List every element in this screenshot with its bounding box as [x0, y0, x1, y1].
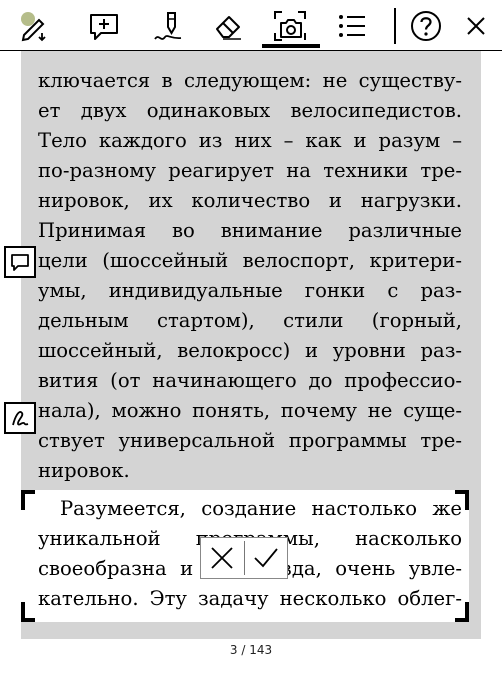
text-line: цели (шоссейный велоспорт, критери-: [38, 249, 462, 272]
help-icon[interactable]: [406, 6, 446, 46]
top-toolbar: [0, 0, 502, 51]
selection-corner-top-left[interactable]: [21, 490, 35, 510]
active-tool-indicator: [262, 44, 320, 48]
text-line: умы, индивидуальные гонки с раз-: [38, 279, 462, 302]
text-line: ствует универсальной программы тре-: [38, 429, 462, 452]
toolbar-divider: [394, 8, 396, 44]
body-text: ключается в следующем: не существу- ет д…: [38, 66, 462, 486]
annotation-tool-icon[interactable]: [14, 6, 54, 46]
text-line: нировок, их количество и нагрузки.: [38, 189, 462, 212]
note-button[interactable]: [4, 246, 36, 278]
confirm-button[interactable]: [244, 538, 287, 578]
eraser-icon[interactable]: [208, 6, 248, 46]
selected-text-line: кательно. Эту задачу несколько облег-: [38, 587, 462, 610]
note-icon: [11, 254, 29, 271]
screenshot-icon[interactable]: [270, 6, 310, 46]
text-line: ет двух одинаковых велосипедистов.: [38, 99, 462, 122]
handwriting-button[interactable]: [4, 402, 36, 434]
pen-icon[interactable]: [148, 6, 188, 46]
cancel-icon: [211, 547, 233, 569]
close-icon[interactable]: [456, 6, 496, 46]
text-line: нировок.: [38, 459, 130, 482]
text-line: шоссейный, велокросс) и уровни раз-: [38, 339, 462, 362]
text-line: нала), можно понять, почему не суще-: [38, 399, 462, 422]
list-icon[interactable]: [332, 6, 372, 46]
text-line: ключается в следующем: не существу-: [38, 69, 462, 92]
confirm-cancel-popup: [200, 537, 288, 579]
confirm-icon: [254, 548, 278, 568]
text-line: вития (от начинающего до профессио-: [38, 369, 462, 392]
add-note-icon[interactable]: [84, 6, 124, 46]
selection-corner-bottom-left[interactable]: [21, 602, 35, 622]
selected-text-line: Разумеется, создание настолько же: [60, 497, 462, 520]
handwriting-icon: [12, 411, 29, 426]
page-indicator: 3 / 143: [229, 643, 273, 657]
text-line: дельным стартом), стили (горный,: [38, 309, 462, 332]
cancel-button[interactable]: [201, 538, 244, 578]
text-line: Принимая во внимание различные: [38, 219, 462, 242]
text-line: по-разному реагирует на техники тре-: [38, 159, 462, 182]
text-line: Тело каждого из них – как и разум –: [38, 129, 462, 152]
